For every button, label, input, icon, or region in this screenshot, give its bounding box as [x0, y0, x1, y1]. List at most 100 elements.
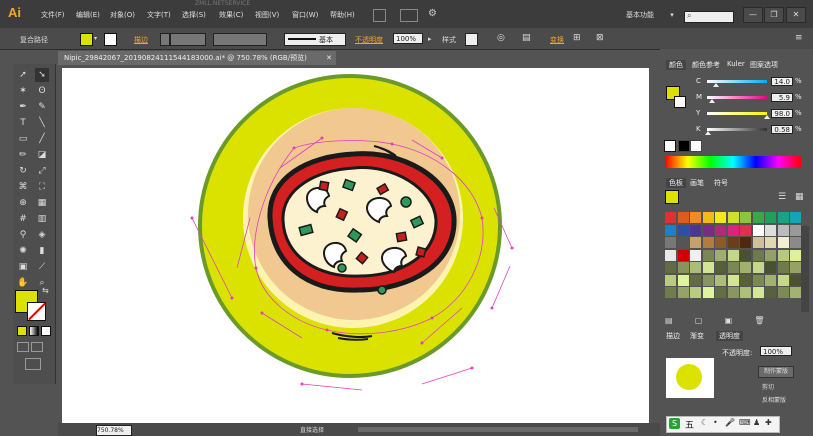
- swatch-item[interactable]: [765, 237, 776, 248]
- swatch-item[interactable]: [740, 212, 751, 223]
- swatch-item[interactable]: [765, 262, 776, 273]
- tab-kuler[interactable]: Kuler: [727, 60, 745, 68]
- swatch-item[interactable]: [715, 249, 726, 261]
- artboard[interactable]: [62, 68, 649, 423]
- channel-slider-y[interactable]: [707, 112, 767, 115]
- swatch-item[interactable]: [665, 249, 676, 261]
- swatch-item[interactable]: [665, 224, 676, 236]
- eraser-tool-icon[interactable]: ◪: [35, 148, 49, 162]
- pencil-tool-icon[interactable]: ✏: [16, 148, 30, 162]
- menu-object[interactable]: 对象(O): [110, 10, 135, 20]
- swatch-item[interactable]: [752, 237, 764, 248]
- swatch-item[interactable]: [727, 224, 739, 236]
- shape-builder-tool-icon[interactable]: ⊕: [16, 196, 30, 210]
- delete-swatch-icon[interactable]: 🗑: [754, 316, 764, 325]
- swatch-item[interactable]: [677, 249, 689, 261]
- swatch-item[interactable]: [677, 274, 689, 286]
- line-tool-icon[interactable]: ╲: [35, 116, 49, 130]
- swatch-item[interactable]: [690, 274, 701, 286]
- swatch-item[interactable]: [790, 224, 801, 236]
- channel-value-c[interactable]: 14.0: [771, 77, 793, 86]
- swatch-item[interactable]: [790, 287, 801, 298]
- type-tool-icon[interactable]: T: [16, 116, 30, 130]
- swatch-item[interactable]: [752, 274, 764, 286]
- minimize-button[interactable]: —: [743, 7, 763, 23]
- channel-value-m[interactable]: 5.9: [771, 93, 793, 102]
- swatch-item[interactable]: [740, 224, 751, 236]
- swatch-item[interactable]: [790, 249, 801, 261]
- stroke-label[interactable]: 描边: [134, 35, 148, 45]
- tab-stroke[interactable]: 描边: [666, 331, 680, 341]
- black-color-swatch[interactable]: [678, 140, 690, 152]
- grid-view-icon[interactable]: ▦: [795, 192, 804, 202]
- swatch-item[interactable]: [777, 249, 789, 261]
- swatch-item[interactable]: [790, 274, 801, 286]
- gradient-mode-icon[interactable]: [29, 326, 39, 336]
- swatch-item[interactable]: [715, 274, 726, 286]
- stroke-stepper[interactable]: [160, 33, 170, 46]
- color-spectrum[interactable]: [665, 156, 801, 168]
- swatch-item[interactable]: [740, 237, 751, 248]
- slice-tool-icon[interactable]: ⟋: [35, 260, 49, 274]
- ime-mode-label[interactable]: 五: [685, 418, 694, 431]
- perspective-grid-tool-icon[interactable]: ▦: [35, 196, 49, 210]
- swatch-item[interactable]: [740, 287, 751, 298]
- swatch-item[interactable]: [690, 262, 701, 273]
- swatch-item[interactable]: [677, 237, 689, 248]
- swatch-item[interactable]: [777, 274, 789, 286]
- close-button[interactable]: ✕: [786, 7, 806, 23]
- transform-label[interactable]: 变换: [550, 35, 564, 45]
- bridge-icon[interactable]: [373, 9, 386, 22]
- tab-transparency[interactable]: 透明度: [716, 331, 743, 341]
- swatches-current-fill[interactable]: [665, 190, 679, 204]
- tab-color-guide[interactable]: 颜色参考: [692, 60, 720, 70]
- swatch-item[interactable]: [765, 212, 776, 223]
- swatch-item[interactable]: [677, 262, 689, 273]
- swatch-item[interactable]: [677, 287, 689, 298]
- maximize-button[interactable]: ❐: [764, 7, 784, 23]
- brush-definition[interactable]: 基本: [284, 33, 346, 46]
- chevron-down-icon[interactable]: ▾: [94, 35, 97, 42]
- width-tool-icon[interactable]: ⌘: [16, 180, 30, 194]
- swatch-item[interactable]: [727, 262, 739, 273]
- swatch-item[interactable]: [677, 224, 689, 236]
- swatch-item[interactable]: [690, 287, 701, 298]
- workspace-switcher[interactable]: 基本功能 ▾: [626, 10, 674, 20]
- swatch-item[interactable]: [727, 274, 739, 286]
- invert-mask-checkbox[interactable]: 反相蒙版: [762, 395, 786, 404]
- channel-value-y[interactable]: 98.0: [771, 109, 793, 118]
- menu-view[interactable]: 视图(V): [255, 10, 279, 20]
- swatches-scrollbar[interactable]: [801, 226, 809, 312]
- tab-swatches[interactable]: 色板: [666, 178, 686, 188]
- swatch-item[interactable]: [777, 287, 789, 298]
- swatch-item[interactable]: [665, 274, 676, 286]
- ime-toolbar[interactable]: S 五 ☾ • 🎤 ⌨ ♟ ✚: [666, 416, 780, 433]
- swatch-item[interactable]: [765, 249, 776, 261]
- horizontal-scrollbar[interactable]: [358, 427, 638, 432]
- swatch-item[interactable]: [790, 237, 801, 248]
- document-tab[interactable]: Nipic_29842067_20190824111544183000.ai* …: [58, 51, 336, 65]
- channel-slider-k[interactable]: [707, 128, 767, 131]
- swatch-item[interactable]: [702, 237, 714, 248]
- swatch-item[interactable]: [690, 249, 701, 261]
- slider-thumb-icon[interactable]: [708, 99, 715, 103]
- swatch-item[interactable]: [715, 287, 726, 298]
- swatch-item[interactable]: [790, 212, 801, 223]
- swatch-item[interactable]: [690, 237, 701, 248]
- tab-brushes[interactable]: 画笔: [690, 178, 704, 188]
- symbol-sprayer-tool-icon[interactable]: ✺: [16, 244, 30, 258]
- swatch-item[interactable]: [777, 212, 789, 223]
- slider-thumb-icon[interactable]: [705, 131, 712, 135]
- swatch-item[interactable]: [665, 287, 676, 298]
- swatch-item[interactable]: [665, 212, 676, 223]
- close-icon[interactable]: ✕: [326, 51, 332, 65]
- blend-tool-icon[interactable]: ◈: [35, 228, 49, 242]
- stroke-swatch[interactable]: [27, 302, 46, 321]
- swatch-item[interactable]: [777, 224, 789, 236]
- stroke-color-swatch[interactable]: [104, 33, 117, 46]
- paintbrush-tool-icon[interactable]: ╱: [35, 132, 49, 146]
- new-swatch-group-icon[interactable]: ▢: [695, 316, 703, 325]
- channel-slider-m[interactable]: [707, 96, 767, 99]
- swatch-item[interactable]: [677, 212, 689, 223]
- swatch-item[interactable]: [702, 224, 714, 236]
